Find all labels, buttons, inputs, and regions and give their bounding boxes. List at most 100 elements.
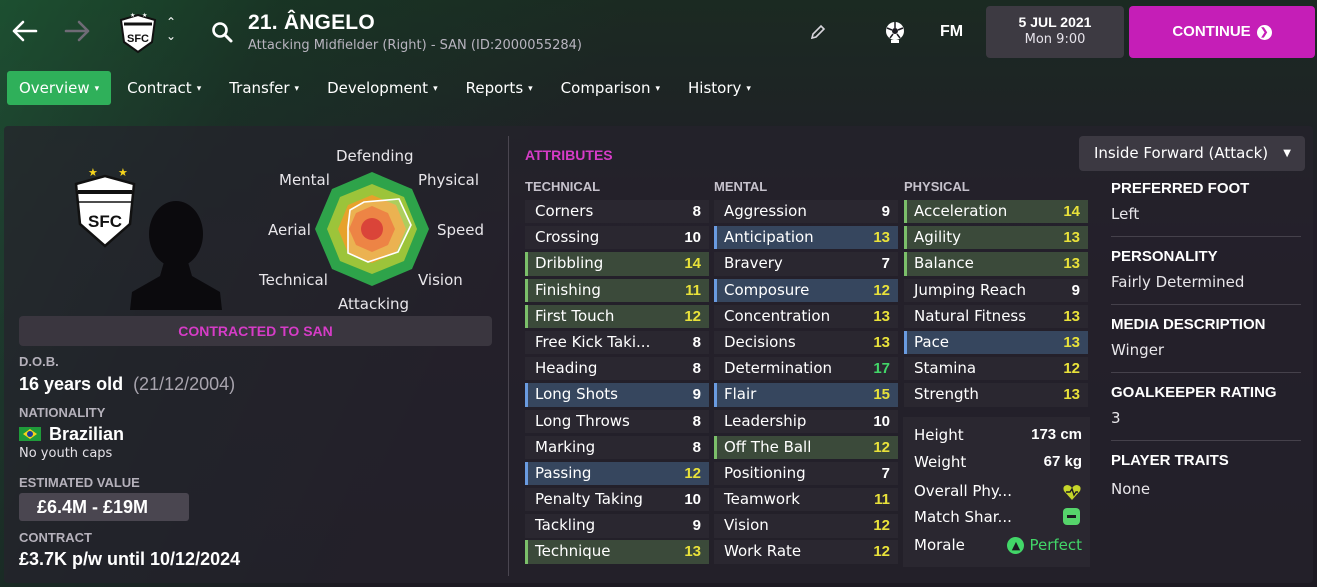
age: 16 years old — [19, 374, 124, 394]
player-switch-arrows[interactable]: ⌃ ⌄ — [166, 15, 176, 43]
attribute-row[interactable]: Concentration 13 — [714, 304, 898, 329]
attribute-value: 10 — [684, 491, 701, 509]
technical-attributes: Corners 8 Crossing 10 Dribbling 14 Finishin… — [525, 200, 709, 567]
chevron-down-icon[interactable]: ⌄ — [166, 29, 176, 43]
morale-arrow-icon: ▲ — [1007, 537, 1025, 554]
attribute-row[interactable]: Acceleration 14 — [904, 200, 1088, 224]
preferred-foot-label: PREFERRED FOOT — [1111, 180, 1250, 197]
attribute-row[interactable]: Bravery 7 — [714, 252, 898, 276]
polar-label-speed: Speed — [437, 221, 485, 239]
tab-history[interactable]: History ▾ — [676, 71, 763, 105]
attribute-row[interactable]: Natural Fitness 13 — [904, 304, 1088, 329]
tab-development[interactable]: Development ▾ — [315, 71, 450, 105]
continue-button[interactable]: CONTINUE ❯ — [1129, 6, 1315, 58]
forward-button[interactable] — [64, 18, 92, 49]
weight-value: 67 kg — [1043, 453, 1082, 470]
attribute-row[interactable]: Off The Ball 12 — [714, 435, 898, 459]
pencil-icon[interactable] — [808, 22, 828, 42]
back-button[interactable] — [10, 18, 38, 49]
nationality-value[interactable]: Brazilian — [19, 424, 124, 445]
youth-caps: No youth caps — [19, 446, 113, 461]
date-display[interactable]: 5 JUL 2021 Mon 9:00 — [986, 6, 1124, 58]
sharpness-label: Match Shar... — [914, 508, 1012, 526]
mental-header: MENTAL — [714, 179, 768, 194]
attribute-row[interactable]: Aggression 9 — [714, 200, 898, 224]
attribute-row[interactable]: Tackling 9 — [525, 514, 709, 538]
condition-row[interactable]: Overall Phy... — [914, 479, 1082, 503]
attribute-name: First Touch — [535, 306, 615, 325]
attribute-value: 13 — [1063, 229, 1080, 247]
chevron-down-icon: ▾ — [294, 84, 300, 94]
attribute-row[interactable]: Free Kick Taki... 8 — [525, 330, 709, 355]
tab-comparison[interactable]: Comparison ▾ — [549, 71, 672, 105]
football-icon[interactable] — [882, 19, 908, 45]
attribute-name: Stamina — [914, 359, 977, 378]
attribute-value: 15 — [873, 386, 890, 404]
attribute-name: Agility — [914, 228, 962, 247]
sharpness-row[interactable]: Match Shar... — [914, 505, 1082, 529]
attribute-row[interactable]: Penalty Taking 10 — [525, 488, 709, 512]
attribute-row[interactable]: Technique 13 — [525, 540, 709, 564]
attribute-row[interactable]: Agility 13 — [904, 226, 1088, 250]
attribute-row[interactable]: Jumping Reach 9 — [904, 278, 1088, 302]
goalkeeper-rating-label: GOALKEEPER RATING — [1111, 384, 1277, 401]
attribute-row[interactable]: Anticipation 13 — [714, 226, 898, 250]
attribute-row[interactable]: Pace 13 — [904, 330, 1088, 355]
info-separator — [1111, 372, 1301, 373]
fm-logo[interactable]: FM — [940, 23, 963, 41]
tab-transfer[interactable]: Transfer ▾ — [217, 71, 311, 105]
estimated-value[interactable]: £6.4M - £19M — [19, 493, 189, 521]
attribute-row[interactable]: Composure 12 — [714, 278, 898, 302]
attribute-row[interactable]: Marking 8 — [525, 435, 709, 459]
attribute-row[interactable]: First Touch 12 — [525, 304, 709, 329]
tab-contract[interactable]: Contract ▾ — [115, 71, 213, 105]
morale-row[interactable]: Morale ▲ Perfect — [914, 533, 1082, 557]
polar-label-defending: Defending — [336, 147, 414, 165]
weight-row: Weight 67 kg — [914, 450, 1082, 474]
morale-label: Morale — [914, 536, 965, 554]
dob-value: (21/12/2004) — [133, 374, 236, 394]
attribute-row[interactable]: Flair 15 — [714, 383, 898, 407]
attribute-value: 9 — [692, 517, 701, 535]
polar-label-technical: Technical — [259, 271, 328, 289]
attribute-row[interactable]: Stamina 12 — [904, 357, 1088, 381]
attribute-row[interactable]: Vision 12 — [714, 514, 898, 538]
attribute-value: 14 — [684, 255, 701, 273]
attribute-row[interactable]: Strength 13 — [904, 383, 1088, 407]
attribute-row[interactable]: Heading 8 — [525, 357, 709, 381]
contract-status-banner[interactable]: CONTRACTED TO SAN — [19, 316, 492, 346]
contract-value: £3.7K p/w until 10/12/2024 — [19, 549, 241, 569]
chevron-up-icon[interactable]: ⌃ — [166, 15, 176, 29]
attribute-row[interactable]: Long Shots 9 — [525, 383, 709, 407]
tab-label: Overview — [19, 79, 90, 97]
attribute-row[interactable]: Finishing 11 — [525, 278, 709, 302]
attribute-row[interactable]: Work Rate 12 — [714, 540, 898, 564]
media-description-label: MEDIA DESCRIPTION — [1111, 316, 1266, 333]
attribute-row[interactable]: Passing 12 — [525, 461, 709, 486]
attribute-row[interactable]: Balance 13 — [904, 252, 1088, 276]
club-badge-icon[interactable]: SFC ★ ★ — [115, 12, 161, 54]
attribute-value: 12 — [873, 543, 890, 561]
attribute-name: Heading — [535, 359, 598, 378]
attribute-row[interactable]: Positioning 7 — [714, 461, 898, 486]
tab-reports[interactable]: Reports ▾ — [454, 71, 545, 105]
svg-text:★: ★ — [142, 12, 147, 19]
attribute-name: Finishing — [535, 280, 601, 299]
attribute-row[interactable]: Crossing 10 — [525, 226, 709, 250]
personality-value: Fairly Determined — [1111, 273, 1245, 291]
attribute-name: Bravery — [724, 254, 783, 273]
continue-label: CONTINUE — [1172, 23, 1251, 40]
attribute-value: 13 — [1063, 333, 1080, 351]
role-dropdown[interactable]: Inside Forward (Attack) ▼ — [1079, 136, 1305, 171]
search-icon[interactable] — [210, 20, 234, 44]
attribute-row[interactable]: Dribbling 14 — [525, 252, 709, 276]
attribute-row[interactable]: Decisions 13 — [714, 330, 898, 355]
attribute-row[interactable]: Determination 17 — [714, 357, 898, 381]
attribute-row[interactable]: Long Throws 8 — [525, 409, 709, 433]
attribute-row[interactable]: Corners 8 — [525, 200, 709, 224]
attribute-row[interactable]: Teamwork 11 — [714, 488, 898, 512]
tab-overview[interactable]: Overview ▾ — [7, 71, 112, 105]
attribute-name: Strength — [914, 385, 979, 404]
polar-label-attacking: Attacking — [338, 295, 410, 313]
attribute-row[interactable]: Leadership 10 — [714, 409, 898, 433]
